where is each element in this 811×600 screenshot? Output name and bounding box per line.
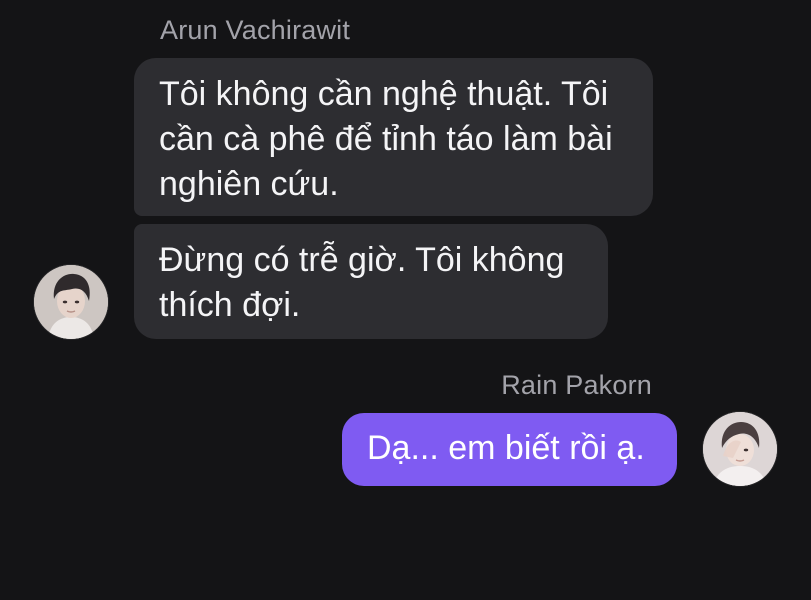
avatar-arun-image [34, 265, 108, 339]
person-avatar-icon[interactable] [34, 265, 108, 339]
message-bubble-outgoing[interactable]: Dạ... em biết rồi ạ. [342, 413, 677, 486]
sender-name-rain: Rain Pakorn [501, 370, 652, 400]
sender-name-arun: Arun Vachirawit [160, 15, 351, 45]
person-avatar-icon[interactable] [703, 412, 777, 486]
avatar-rain-image [703, 412, 777, 486]
message-bubble-incoming[interactable]: Tôi không cần nghệ thuật. Tôi cần cà phê… [134, 58, 653, 216]
chat-thread: Arun Vachirawit Tôi không cần nghệ thuật… [0, 0, 811, 600]
message-bubble-incoming[interactable]: Đừng có trễ giờ. Tôi không thích đợi. [134, 224, 608, 339]
